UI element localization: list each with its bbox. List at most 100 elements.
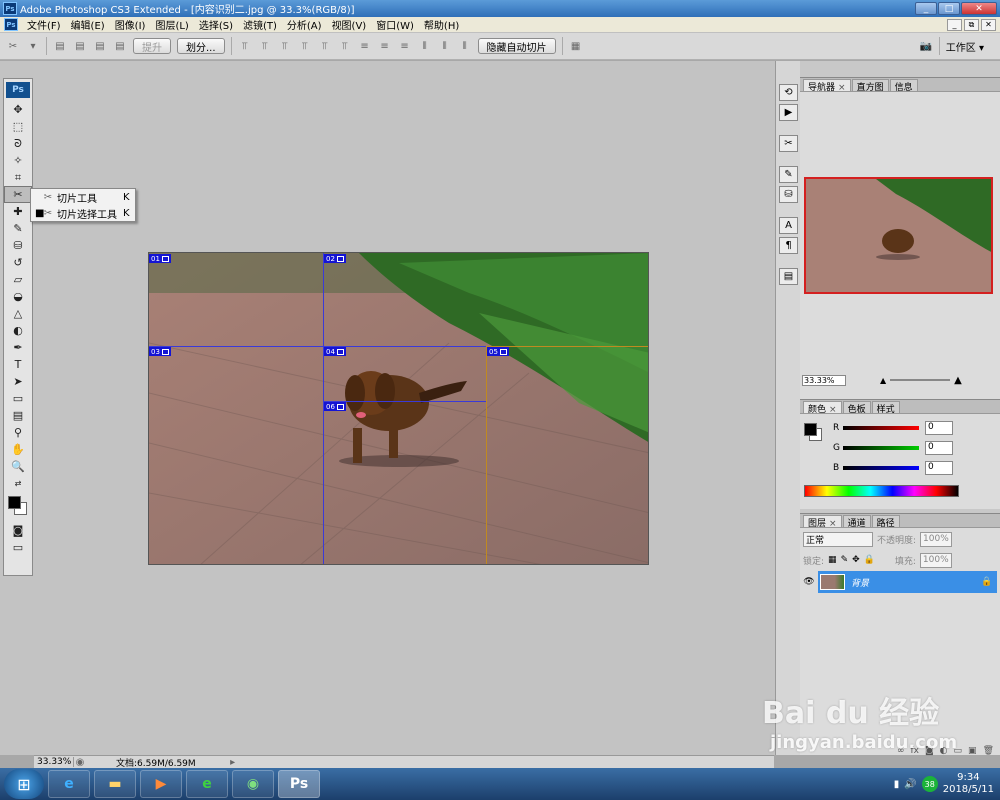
media-player-taskbar-icon[interactable]: ▶ <box>140 770 182 798</box>
green-slider[interactable] <box>843 446 919 450</box>
bring-forward-icon[interactable]: ▤ <box>73 39 87 53</box>
distribute-hcenter-icon[interactable]: ⦀ <box>438 39 452 53</box>
slice-badge-01[interactable]: 01 <box>149 254 171 263</box>
align-hcenter-icon[interactable]: ⫪ <box>318 39 332 53</box>
slice-badge-03[interactable]: 03 <box>149 347 171 356</box>
brush-tool-icon[interactable]: ✎ <box>4 220 32 237</box>
zoom-tool-icon[interactable]: 🔍 <box>4 458 32 475</box>
lock-all-icon[interactable]: 🔒 <box>864 555 875 565</box>
promote-button[interactable]: 提升 <box>133 38 171 54</box>
tool-presets-panel-icon[interactable]: ✂ <box>779 135 798 152</box>
send-backward-icon[interactable]: ▤ <box>93 39 107 53</box>
tab-swatches[interactable]: 色板 <box>842 401 871 415</box>
doc-restore-button[interactable]: ⧉ <box>964 18 979 31</box>
opacity-field[interactable]: 100% <box>920 531 953 547</box>
eye-icon[interactable]: 👁 <box>800 571 818 593</box>
navigator-preview[interactable] <box>804 177 993 294</box>
red-slider[interactable] <box>843 426 919 430</box>
menu-help[interactable]: 帮助(H) <box>419 17 464 32</box>
tab-channels[interactable]: 通道 <box>842 515 871 529</box>
align-bottom-icon[interactable]: ⫪ <box>278 39 292 53</box>
foreground-color-swatch[interactable] <box>8 496 21 509</box>
browser-360-taskbar-icon[interactable]: e <box>186 770 228 798</box>
close-button[interactable]: ✕ <box>961 2 997 15</box>
blur-tool-icon[interactable]: △ <box>4 305 32 322</box>
move-tool-icon[interactable]: ✥ <box>4 101 32 118</box>
clone-source-panel-icon[interactable]: ⛁ <box>779 186 798 203</box>
tab-info[interactable]: 信息 <box>889 79 918 93</box>
divide-slice-button[interactable]: 划分... <box>177 38 225 54</box>
healing-brush-tool-icon[interactable]: ✚ <box>4 203 32 220</box>
slice-badge-06[interactable]: 06 <box>324 402 346 411</box>
tab-color[interactable]: 颜色 × <box>803 401 842 415</box>
menu-image[interactable]: 图像(I) <box>110 17 151 32</box>
tray-volume-icon[interactable]: 🔊 <box>904 779 916 790</box>
maximize-button[interactable]: □ <box>938 2 960 15</box>
slice-badge-04[interactable]: 04 <box>324 347 346 356</box>
lock-transparent-icon[interactable]: ▦ <box>828 555 837 565</box>
toolbox-logo[interactable]: Ps <box>6 82 30 98</box>
dodge-tool-icon[interactable]: ◐ <box>4 322 32 339</box>
windows-start-button[interactable]: ⊞ <box>4 769 44 799</box>
photoshop-taskbar-icon[interactable]: Ps <box>278 770 320 798</box>
paint-bucket-tool-icon[interactable]: ◒ <box>4 288 32 305</box>
tab-paths[interactable]: 路径 <box>871 515 900 529</box>
tab-navigator[interactable]: 导航器 × <box>803 79 851 93</box>
layer-row-background[interactable]: 👁 背景 🔒 <box>800 571 997 593</box>
red-value-field[interactable]: 0 <box>925 421 953 435</box>
slice-badge-05[interactable]: 05 <box>487 347 509 356</box>
navigator-zoom-field[interactable]: 33.33% <box>802 374 846 386</box>
status-options-icon[interactable]: ◉ <box>74 755 86 769</box>
tab-layers[interactable]: 图层 × <box>803 515 842 529</box>
menu-layer[interactable]: 图层(L) <box>150 17 193 32</box>
swap-colors-icon[interactable]: ⇄ <box>4 475 32 492</box>
fill-field[interactable]: 100% <box>919 552 952 568</box>
notes-tool-icon[interactable]: ▤ <box>4 407 32 424</box>
distribute-top-icon[interactable]: ≡ <box>358 39 372 53</box>
menu-filter[interactable]: 滤镜(T) <box>238 17 282 32</box>
send-to-back-icon[interactable]: ▤ <box>113 39 127 53</box>
distribute-left-icon[interactable]: ⦀ <box>418 39 432 53</box>
blue-slider[interactable] <box>843 466 919 470</box>
slice-select-tool-preset-icon[interactable]: ✂ <box>6 39 20 53</box>
menu-file[interactable]: 文件(F) <box>22 17 66 32</box>
menu-analysis[interactable]: 分析(A) <box>282 17 327 32</box>
wechat-taskbar-icon[interactable]: ◉ <box>232 770 274 798</box>
zoom-out-icon[interactable]: ▲ <box>880 376 886 385</box>
blue-value-field[interactable]: 0 <box>925 461 953 475</box>
new-layer-icon[interactable]: ▣ <box>968 746 977 758</box>
green-value-field[interactable]: 0 <box>925 441 953 455</box>
foreground-color-swatch[interactable] <box>804 423 817 436</box>
history-panel-icon[interactable]: ⟲ <box>779 84 798 101</box>
character-panel-icon[interactable]: A <box>779 217 798 234</box>
slice-badge-02[interactable]: 02 <box>324 254 346 263</box>
eraser-tool-icon[interactable]: ▱ <box>4 271 32 288</box>
actions-panel-icon[interactable]: ▶ <box>779 104 798 121</box>
workspace-menu[interactable]: 工作区 ▾ <box>946 39 984 54</box>
file-explorer-taskbar-icon[interactable]: ▬ <box>94 770 136 798</box>
clock[interactable]: 9:34 2018/5/11 <box>943 772 994 796</box>
history-brush-tool-icon[interactable]: ↺ <box>4 254 32 271</box>
tab-histogram[interactable]: 直方图 <box>851 79 889 93</box>
zoom-slider[interactable] <box>890 379 951 381</box>
eyedropper-tool-icon[interactable]: ⚲ <box>4 424 32 441</box>
menu-edit[interactable]: 编辑(E) <box>66 17 110 32</box>
doc-minimize-button[interactable]: _ <box>947 18 962 31</box>
paragraph-panel-icon[interactable]: ¶ <box>779 237 798 254</box>
delete-layer-icon[interactable]: 🗑 <box>983 746 994 758</box>
path-selection-tool-icon[interactable]: ➤ <box>4 373 32 390</box>
lock-position-icon[interactable]: ✥ <box>852 555 860 565</box>
close-icon[interactable]: × <box>838 83 846 93</box>
tray-network-icon[interactable]: ▮ <box>894 779 900 790</box>
chevron-down-icon[interactable]: ▾ <box>26 39 40 53</box>
layer-comps-panel-icon[interactable]: ▤ <box>779 268 798 285</box>
pen-tool-icon[interactable]: ✒ <box>4 339 32 356</box>
color-spectrum-bar[interactable] <box>804 485 959 497</box>
shape-tool-icon[interactable]: ▭ <box>4 390 32 407</box>
distribute-right-icon[interactable]: ⦀ <box>458 39 472 53</box>
bring-to-front-icon[interactable]: ▤ <box>53 39 67 53</box>
magic-wand-tool-icon[interactable]: ✧ <box>4 152 32 169</box>
quick-mask-icon[interactable]: ◙ <box>4 522 32 539</box>
ie-browser-taskbar-icon[interactable]: e <box>48 770 90 798</box>
distribute-vcenter-icon[interactable]: ≡ <box>378 39 392 53</box>
